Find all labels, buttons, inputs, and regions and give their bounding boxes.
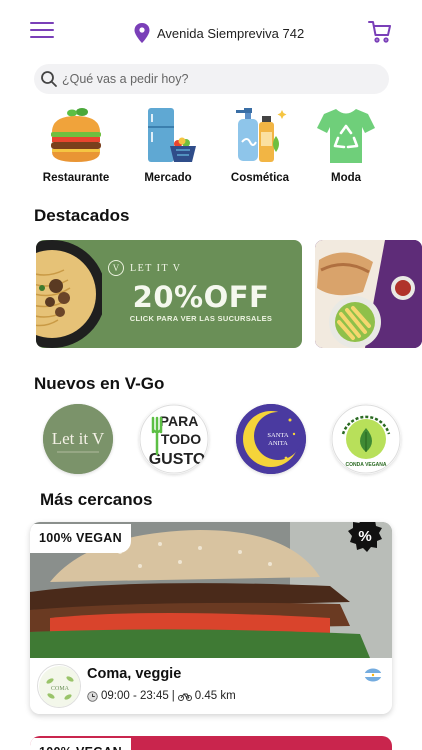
promo-banner-secondary[interactable] [315,240,422,348]
category-restaurante[interactable]: Restaurante [36,106,116,184]
category-label: Mercado [144,172,192,184]
address-text: Avenida Siempreviva 742 [157,25,305,41]
promo-banner-let-it-v[interactable]: V LET IT V 20%OFF CLICK PARA VER LAS SUC… [36,240,302,348]
category-cosmetica[interactable]: Cosmética [220,106,300,184]
restaurant-logo: COMA [37,664,81,708]
shopping-cart-icon[interactable] [368,20,392,44]
bicycle-icon [177,693,192,701]
santa-anita-logo: SANTA ANITA [236,404,306,474]
let-it-v-logo: Let it V [43,404,113,474]
promo-brand-name: LET IT V [130,262,182,274]
svg-text:SANTA: SANTA [267,432,288,439]
new-stores-row: Let it V PARA TODO GUSTO SANTA ANITA CON… [34,404,422,476]
store-logo-text: Let it V [52,429,105,448]
store-logo-let-it-v[interactable]: Let it V [43,404,113,474]
cosmetics-bottles-icon [236,108,287,162]
map-pin-icon [134,23,150,43]
category-row: Restaurante Mercado Cosmética Moda [34,106,394,190]
category-label: Cosmética [230,172,290,184]
hamburger-menu-icon[interactable] [30,22,54,42]
meta-separator: | [171,690,175,702]
promo-brand: V LET IT V [108,260,181,276]
store-logo-para-todo-gusto[interactable]: PARA TODO GUSTO [139,404,209,474]
recycle-shirt-icon [317,109,375,163]
restaurant-card[interactable]: 100% VEGAN % COMA Coma, veggie 09:00 - 2… [30,522,392,714]
section-title-new: Nuevos en V-Go [34,374,165,393]
todo-lo-que-esta-bien-logo: CONDA VEGANA [331,404,401,474]
discount-badge-icon: % [348,522,382,552]
category-label: Moda [330,172,362,184]
search-input[interactable] [62,72,352,86]
restaurant-meta: 09:00 - 23:45 | 0.45 km [87,690,236,702]
svg-text:ANITA: ANITA [268,440,288,447]
section-title-featured: Destacados [34,206,130,225]
vegan-tag: 100% VEGAN [30,524,131,553]
featured-carousel[interactable]: V LET IT V 20%OFF CLICK PARA VER LAS SUC… [36,240,422,348]
svg-text:PARA: PARA [160,413,199,429]
promo-subline: CLICK PARA VER LAS SUCURSALES [129,314,273,323]
svg-text:TODO: TODO [161,431,201,447]
opening-hours: 09:00 - 23:45 [101,690,169,702]
restaurant-info: COMA Coma, veggie 09:00 - 23:45 | 0.45 k… [30,658,392,714]
para-todo-gusto-logo: PARA TODO GUSTO [139,404,209,474]
section-title-nearby: Más cercanos [40,490,153,509]
store-logo-santa-anita[interactable]: SANTA ANITA [236,404,306,474]
restaurant-name: Coma, veggie [87,666,182,682]
distance: 0.45 km [194,690,236,702]
fridge-basket-icon [148,108,196,162]
sandwich-fries-image [315,240,422,348]
svg-text:COMA: COMA [51,686,70,692]
delivery-address[interactable]: Avenida Siempreviva 742 [134,22,304,44]
category-mercado[interactable]: Mercado [128,106,208,184]
store-logo-text: CONDA VEGANA [346,462,387,468]
pasta-plate-image [36,240,102,348]
category-moda[interactable]: Moda [306,106,386,184]
burger-icon [51,108,101,162]
promo-headline: 20%OFF [132,280,270,314]
search-bar[interactable] [34,64,389,94]
vegan-tag: 100% VEGAN [30,738,131,750]
argentina-flag-icon [364,668,382,682]
category-label: Restaurante [42,172,110,184]
discount-symbol: % [358,528,371,545]
let-it-v-logo-mark: V [108,260,124,276]
top-bar: Avenida Siempreviva 742 [0,0,422,62]
restaurant-card[interactable]: 100% VEGAN [30,736,392,750]
store-logo-todo-lo-que-esta-bien[interactable]: CONDA VEGANA [331,404,401,474]
search-icon [41,71,57,87]
clock-icon [87,690,98,702]
